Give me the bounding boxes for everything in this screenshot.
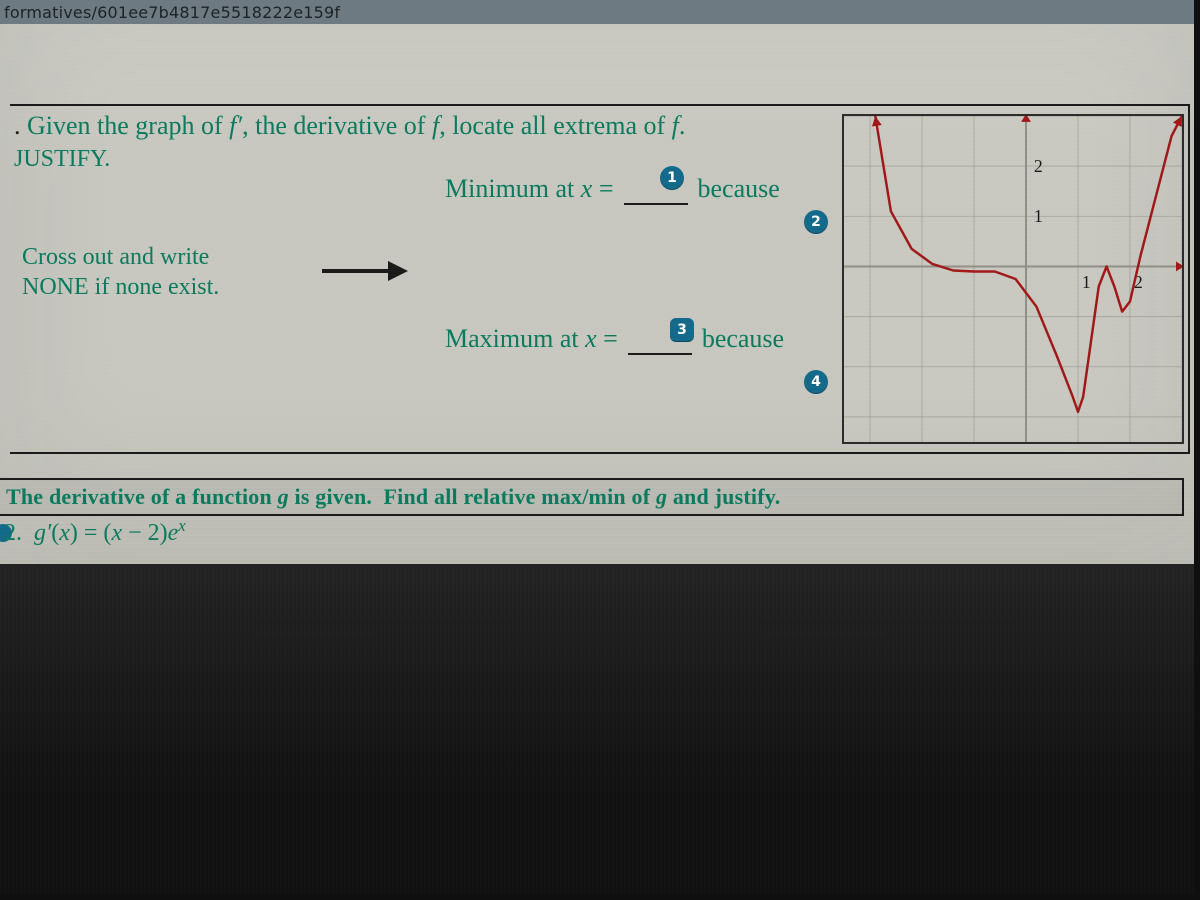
derivative-graph-svg: 1212 bbox=[844, 116, 1182, 442]
problem-2-header: The derivative of a function g is given.… bbox=[0, 478, 1184, 516]
minimum-label: Minimum at x = bbox=[445, 174, 614, 204]
cross-out-note: Cross out and write NONE if none exist. bbox=[22, 242, 219, 302]
svg-text:1: 1 bbox=[1082, 272, 1091, 292]
badge-1[interactable]: 1 bbox=[660, 166, 684, 190]
worksheet-page: . Given the graph of f′, the derivative … bbox=[0, 24, 1200, 564]
cross-out-line-1: Cross out and write bbox=[22, 242, 219, 272]
problem-2-exp: x bbox=[178, 516, 185, 535]
badge-4[interactable]: 4 bbox=[804, 370, 828, 394]
svg-text:1: 1 bbox=[1034, 206, 1043, 226]
maximum-because: because bbox=[702, 324, 784, 354]
badge-2[interactable]: 2 bbox=[804, 210, 828, 234]
badge-3[interactable]: 3 bbox=[670, 318, 694, 342]
minimum-line: Minimum at x = 1 because bbox=[445, 174, 780, 204]
derivative-graph: 1212 bbox=[842, 114, 1184, 444]
screen-root: formatives/601ee7b4817e5518222e159f . Gi… bbox=[0, 0, 1200, 900]
problem-2-equation: 2. g′(x) = (x − 2)ex bbox=[0, 516, 186, 547]
problem-1-text: Given the graph of f′, the derivative of… bbox=[27, 111, 685, 140]
maximum-label: Maximum at x = bbox=[445, 324, 618, 354]
problem-1-prompt: . Given the graph of f′, the derivative … bbox=[14, 108, 685, 175]
cross-out-line-2: NONE if none exist. bbox=[22, 272, 219, 302]
maximum-line: Maximum at x = 3 because bbox=[445, 324, 784, 354]
minimum-because: because bbox=[698, 174, 780, 204]
problem-2-header-text: The derivative of a function g is given.… bbox=[6, 484, 780, 510]
address-bar: formatives/601ee7b4817e5518222e159f bbox=[0, 0, 1200, 24]
arrow-icon bbox=[320, 256, 410, 286]
problem-2-number: 2. bbox=[0, 520, 22, 547]
address-bar-text: formatives/601ee7b4817e5518222e159f bbox=[4, 3, 340, 22]
problem-1-justify: JUSTIFY. bbox=[14, 143, 685, 175]
svg-text:2: 2 bbox=[1034, 156, 1043, 176]
desk-area bbox=[0, 564, 1200, 900]
problem-1-bullet: . bbox=[14, 111, 27, 140]
